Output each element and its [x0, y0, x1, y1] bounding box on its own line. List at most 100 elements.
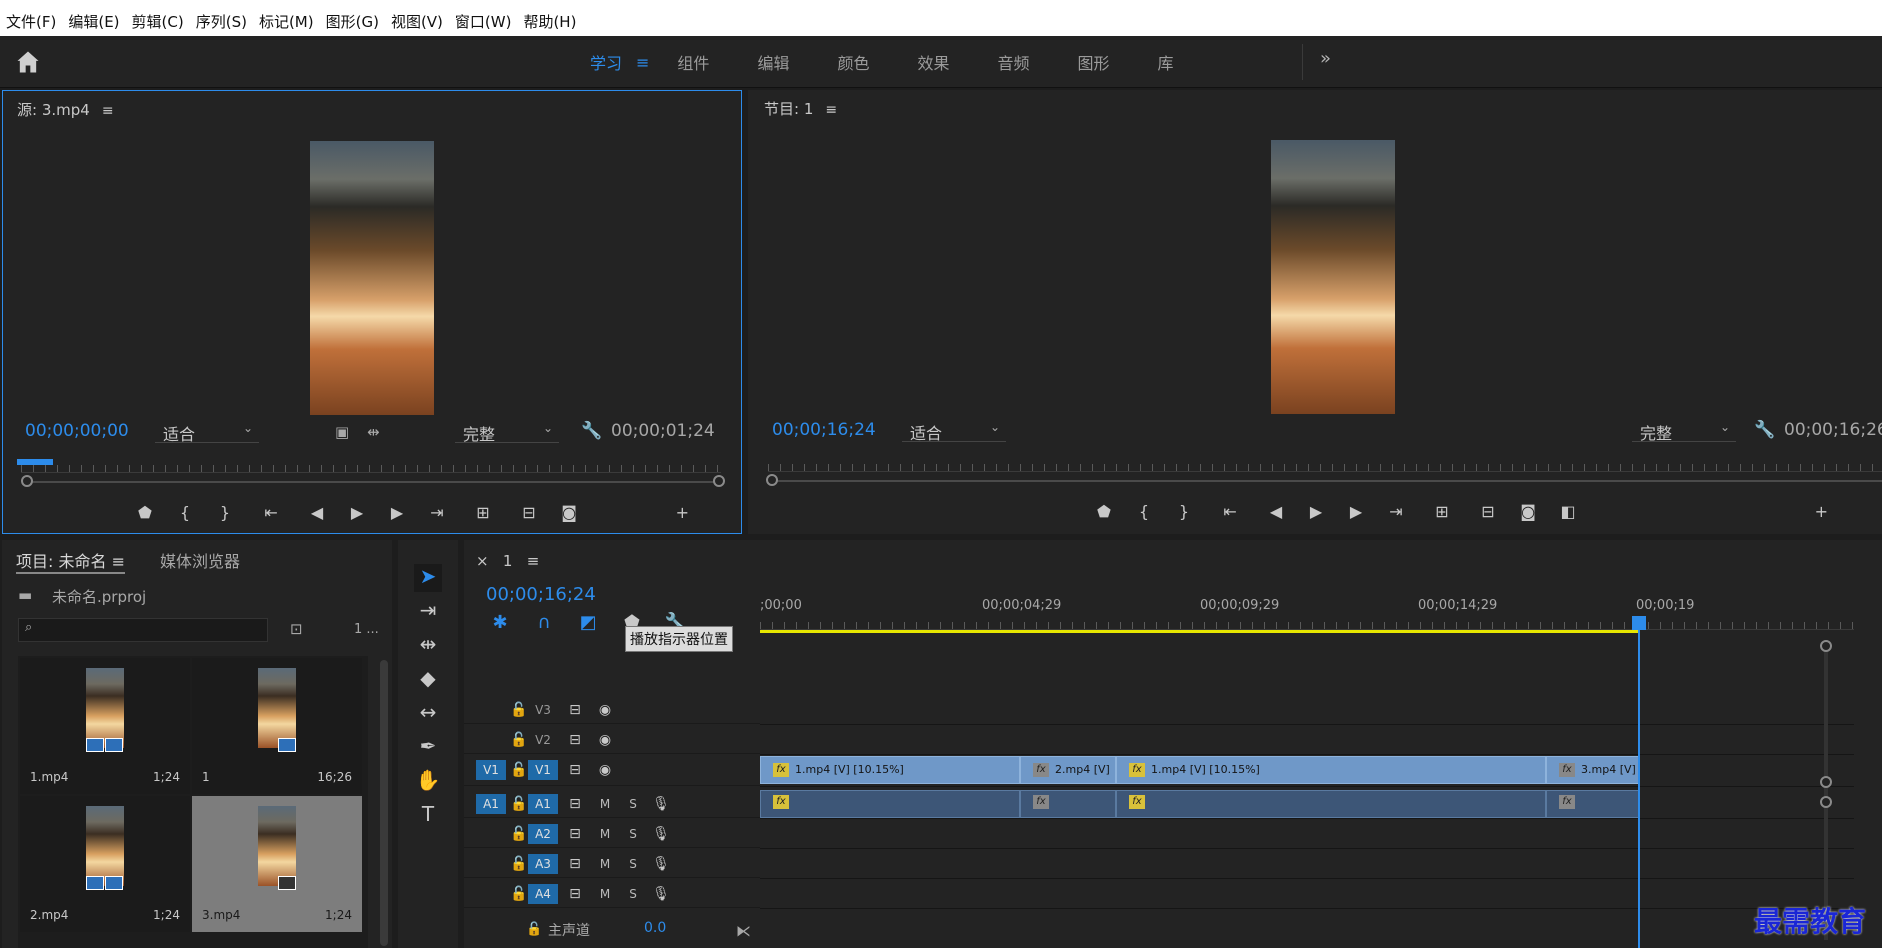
- list-item[interactable]: 1.mp4 1;24: [20, 658, 190, 794]
- tab-media-browser[interactable]: 媒体浏览器: [160, 548, 240, 572]
- microphone-icon[interactable]: 🎙: [646, 794, 676, 814]
- play-icon[interactable]: ▶: [337, 503, 377, 522]
- linked-selection-icon[interactable]: ◩: [576, 612, 600, 633]
- video-clip[interactable]: fx 1.mp4 [V] [10.15%]: [1116, 756, 1546, 784]
- compare-view-icon[interactable]: ◧: [1548, 502, 1588, 521]
- solo-button[interactable]: S: [618, 824, 648, 844]
- add-button-icon[interactable]: +: [1588, 502, 1828, 521]
- mark-in-icon[interactable]: {: [165, 503, 205, 522]
- timeline-timecode[interactable]: 00;00;16;24: [486, 584, 596, 605]
- audio-clip[interactable]: fx: [1020, 790, 1116, 818]
- eye-icon[interactable]: ◉: [590, 730, 620, 750]
- lift-icon[interactable]: ⊞: [1416, 502, 1468, 521]
- microphone-icon[interactable]: 🎙: [646, 854, 676, 874]
- list-item[interactable]: 3.mp4 1;24: [192, 796, 362, 932]
- menu-marker[interactable]: 标记(M): [253, 11, 320, 32]
- lock-icon[interactable]: 🔓: [526, 922, 542, 937]
- source-playhead[interactable]: [17, 459, 53, 465]
- program-fit-dropdown[interactable]: 适合 ⌄: [902, 420, 1006, 443]
- menu-edit[interactable]: 编辑(E): [62, 11, 125, 32]
- zoom-handle-left[interactable]: [21, 475, 33, 487]
- mute-button[interactable]: M: [590, 854, 620, 874]
- sequence-tab[interactable]: × 1 ≡: [476, 552, 539, 570]
- menu-window[interactable]: 窗口(W): [449, 11, 518, 32]
- track-label[interactable]: A2: [528, 824, 558, 844]
- eye-icon[interactable]: ◉: [590, 760, 620, 780]
- panel-menu-icon[interactable]: ≡: [102, 103, 114, 119]
- find-icon[interactable]: ⊡: [290, 620, 303, 638]
- insert-clip-icon[interactable]: ⊞: [457, 503, 509, 522]
- drag-video-audio-icon[interactable]: ⇹: [367, 423, 380, 441]
- menu-help[interactable]: 帮助(H): [517, 11, 582, 32]
- workspace-tab-assembly[interactable]: 组件: [677, 50, 709, 74]
- track-label[interactable]: A1: [528, 794, 558, 814]
- hand-tool-icon[interactable]: ✋: [414, 768, 442, 796]
- workspace-tab-editing[interactable]: 编辑: [757, 50, 789, 74]
- program-timecode[interactable]: 00;00;16;24: [772, 420, 876, 440]
- workspace-tab-effects[interactable]: 效果: [917, 50, 949, 74]
- master-volume[interactable]: 0.0: [644, 920, 666, 936]
- chevron-double-right-icon[interactable]: »: [1320, 48, 1331, 69]
- source-monitor-title[interactable]: 源: 3.mp4 ≡: [17, 99, 114, 120]
- wrench-icon[interactable]: 🔧: [1754, 420, 1775, 440]
- track-label[interactable]: V1: [528, 760, 558, 780]
- eye-icon[interactable]: ◉: [590, 700, 620, 720]
- list-item[interactable]: 2.mp4 1;24: [20, 796, 190, 932]
- video-clip[interactable]: fx 2.mp4 [V]: [1020, 756, 1116, 784]
- workspace-tab-libraries[interactable]: 库: [1158, 50, 1174, 74]
- track-label[interactable]: V2: [528, 730, 558, 750]
- source-quality-dropdown[interactable]: 完整 ⌄: [455, 421, 559, 444]
- add-button-icon[interactable]: +: [589, 503, 689, 522]
- sync-lock-icon[interactable]: ⊟: [560, 854, 590, 874]
- solo-button[interactable]: S: [618, 794, 648, 814]
- scroll-handle[interactable]: [1820, 776, 1832, 788]
- step-forward-icon[interactable]: ▶: [377, 503, 417, 522]
- source-patch-a1[interactable]: A1: [476, 794, 506, 814]
- menu-clip[interactable]: 剪辑(C): [126, 11, 190, 32]
- list-item[interactable]: 1 16;26: [192, 658, 362, 794]
- zoom-handle-left[interactable]: [766, 474, 778, 486]
- mute-button[interactable]: M: [590, 794, 620, 814]
- source-timecode[interactable]: 00;00;00;00: [25, 421, 129, 441]
- sync-lock-icon[interactable]: ⊟: [560, 760, 590, 780]
- track-label[interactable]: V3: [528, 700, 558, 720]
- camera-icon[interactable]: ◙: [1508, 502, 1548, 521]
- go-to-out-icon[interactable]: ⇥: [417, 503, 457, 522]
- solo-button[interactable]: S: [618, 884, 648, 904]
- mute-button[interactable]: M: [590, 884, 620, 904]
- add-marker-icon[interactable]: ⬟: [1084, 502, 1124, 521]
- audio-clip[interactable]: fx: [1546, 790, 1640, 818]
- ripple-edit-tool-icon[interactable]: ⇹: [414, 632, 442, 660]
- audio-clip[interactable]: fx: [760, 790, 1020, 818]
- sync-lock-icon[interactable]: ⊟: [560, 730, 590, 750]
- workspace-tab-color[interactable]: 颜色: [837, 50, 869, 74]
- close-icon[interactable]: ×: [476, 552, 489, 570]
- microphone-icon[interactable]: 🎙: [646, 884, 676, 904]
- menu-file[interactable]: 文件(F): [0, 11, 62, 32]
- selection-tool-icon[interactable]: ➤: [414, 564, 442, 592]
- mark-out-icon[interactable]: }: [205, 503, 245, 522]
- go-to-in-icon[interactable]: ⇤: [245, 503, 297, 522]
- razor-tool-icon[interactable]: ◆: [414, 666, 442, 694]
- scroll-handle[interactable]: [1820, 796, 1832, 808]
- solo-button[interactable]: S: [618, 854, 648, 874]
- work-area-bar[interactable]: [760, 630, 1640, 633]
- program-quality-dropdown[interactable]: 完整 ⌄: [1632, 420, 1736, 443]
- track-select-tool-icon[interactable]: ⇥: [414, 598, 442, 626]
- type-tool-icon[interactable]: T: [414, 802, 442, 830]
- source-patch-v1[interactable]: V1: [476, 760, 506, 780]
- mark-out-icon[interactable]: }: [1164, 502, 1204, 521]
- go-to-out-icon[interactable]: ⇥: [1376, 502, 1416, 521]
- overwrite-icon[interactable]: ⊟: [509, 503, 549, 522]
- step-forward-icon[interactable]: ▶: [1336, 502, 1376, 521]
- timeline-ruler[interactable]: ;00;00 00;00;04;29 00;00;09;29 00;00;14;…: [760, 590, 1854, 630]
- add-marker-icon[interactable]: ⬟: [125, 503, 165, 522]
- video-clip[interactable]: fx 1.mp4 [V] [10.15%]: [760, 756, 1020, 784]
- go-to-in-icon[interactable]: ⇤: [1204, 502, 1256, 521]
- home-icon[interactable]: [14, 48, 42, 76]
- scroll-handle-top[interactable]: [1820, 640, 1832, 652]
- source-fit-dropdown[interactable]: 适合 ⌄: [155, 421, 259, 444]
- source-zoom-bar[interactable]: [27, 481, 719, 483]
- playhead-line[interactable]: [1638, 616, 1640, 948]
- step-back-icon[interactable]: ◀: [297, 503, 337, 522]
